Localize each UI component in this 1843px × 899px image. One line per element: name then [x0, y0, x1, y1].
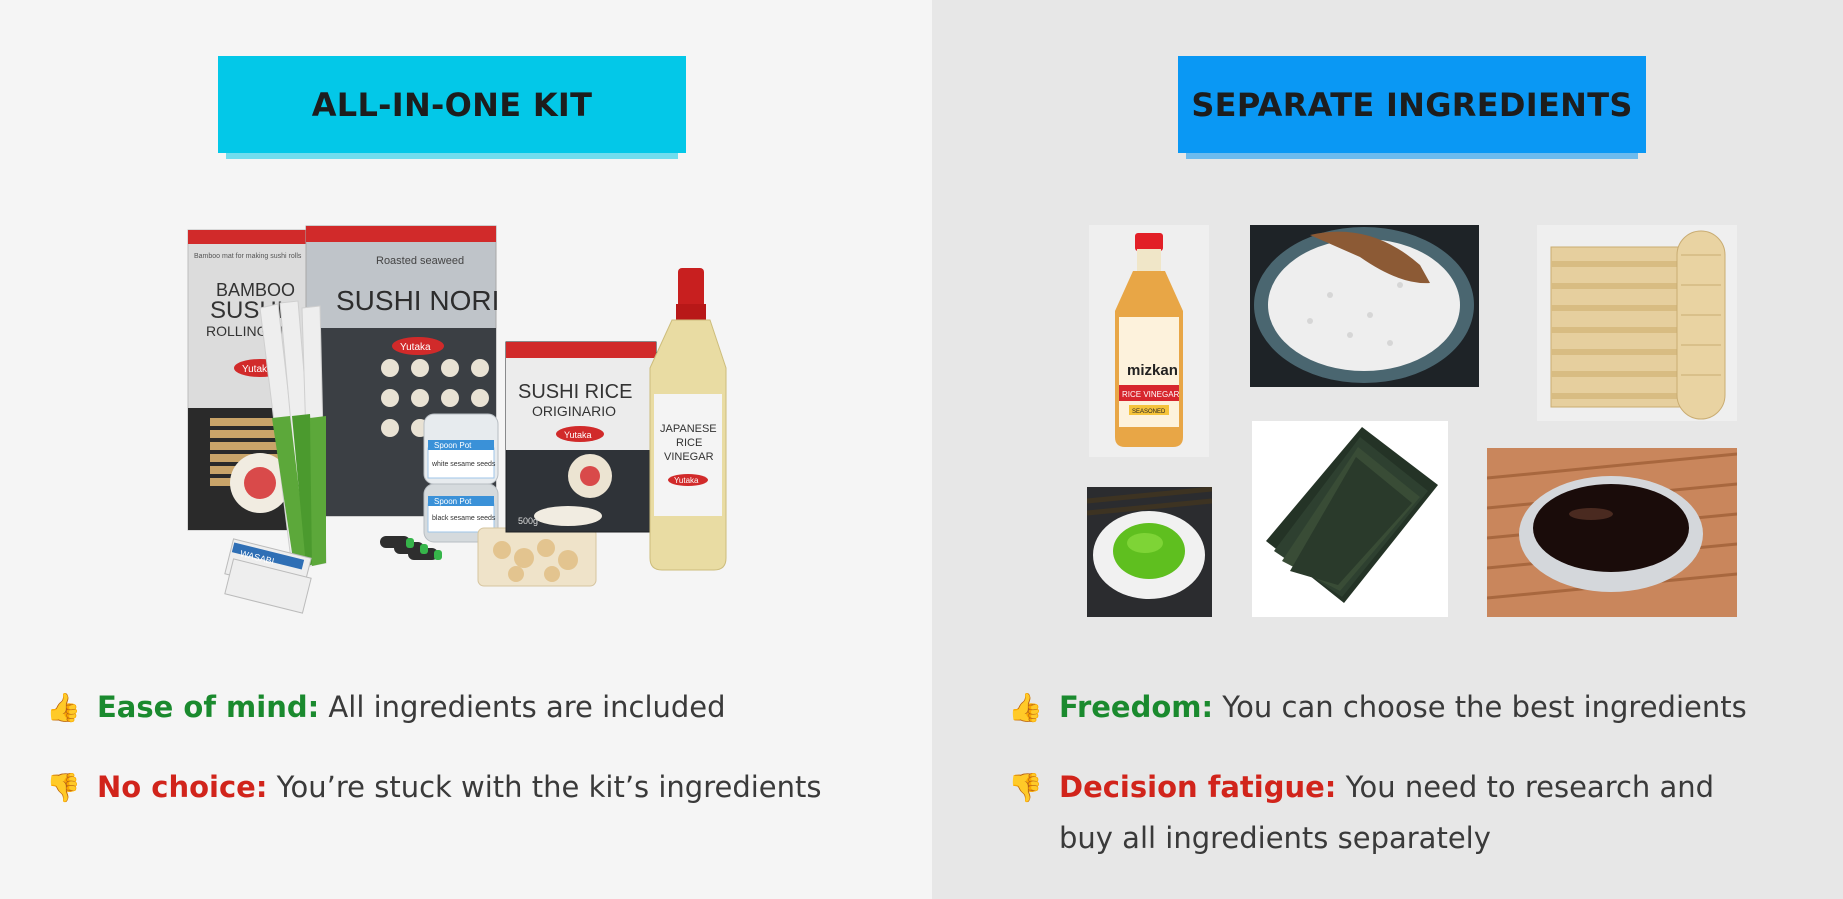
separate-ingredients-banner: SEPARATE INGREDIENTS [1178, 56, 1646, 159]
pro-label: Ease of mind: [97, 690, 320, 724]
vinegar-brand-logo: Yutaka [674, 476, 699, 485]
con-label: No choice: [97, 770, 268, 804]
vinegar-title-line3: VINEGAR [664, 451, 714, 463]
thumbs-down-icon: 👎 [46, 771, 81, 804]
all-in-one-kit-banner: ALL-IN-ONE KIT [218, 56, 686, 159]
thumbs-down-icon: 👎 [1008, 771, 1043, 804]
bamboo-mat-photo [1537, 225, 1737, 421]
sushi-kit-illustration: Bamboo mat for making sushi rolls BAMBOO… [187, 225, 727, 614]
con-point: 👎 Decision fatigue: You need to research… [1008, 762, 1768, 864]
thumbs-up-icon: 👍 [1008, 691, 1043, 724]
mizkan-product: RICE VINEGAR [1122, 390, 1180, 399]
pro-label: Freedom: [1059, 690, 1214, 724]
pro-point: 👍 Ease of mind: All ingredients are incl… [46, 682, 906, 733]
vinegar-title-line2: RICE [676, 437, 702, 449]
thumbs-up-icon: 👍 [46, 691, 81, 724]
mat-brand-text: Bamboo mat for making sushi rolls [194, 253, 302, 260]
rice-weight: 500g [518, 516, 538, 526]
sesame-pots: Spoon Pot white sesame seeds Spoon Pot b… [423, 413, 499, 543]
rice-title-line2: ORIGINARIO [532, 403, 616, 419]
nori-title: SUSHI NORI [336, 285, 499, 316]
nori-sheets-photo [1252, 421, 1448, 617]
mizkan-brand: mizkan [1127, 362, 1178, 379]
nori-top-text: Roasted seaweed [376, 255, 464, 267]
white-sesame-label: white sesame seeds [431, 461, 496, 468]
vinegar-title-line1: JAPANESE [660, 423, 717, 435]
wasabi-photo [1087, 487, 1212, 617]
ginger-pack [477, 527, 597, 587]
separate-ingredients-panel: SEPARATE INGREDIENTS mizkan RICE VINEGAR… [932, 0, 1843, 899]
black-sesame-brand: Spoon Pot [434, 497, 472, 506]
rice-bowl-photo [1250, 225, 1479, 387]
con-label: Decision fatigue: [1059, 770, 1337, 804]
nori-brand-logo: Yutaka [400, 342, 431, 353]
con-text: You’re stuck with the kit’s ingredients [267, 770, 822, 804]
black-sesame-label: black sesame seeds [432, 515, 496, 522]
rice-title-line1: SUSHI RICE [518, 381, 632, 403]
pro-point: 👍 Freedom: You can choose the best ingre… [1008, 682, 1838, 733]
sushi-rice-box: SUSHI RICE ORIGINARIO Yutaka 500g [505, 341, 657, 533]
soy-sauce-photo [1487, 448, 1737, 617]
mizkan-variant: SEASONED [1132, 409, 1166, 415]
rice-vinegar-bottle: JAPANESE RICE VINEGAR Yutaka [649, 268, 727, 571]
pro-text: You can choose the best ingredients [1213, 690, 1747, 724]
pro-text: All ingredients are included [319, 690, 726, 724]
con-point: 👎 No choice: You’re stuck with the kit’s… [46, 762, 916, 813]
white-sesame-brand: Spoon Pot [434, 441, 472, 450]
rice-brand-logo: Yutaka [564, 430, 592, 440]
rice-vinegar-photo: mizkan RICE VINEGAR SEASONED [1089, 225, 1209, 457]
all-in-one-kit-panel: ALL-IN-ONE KIT Bamboo mat for making sus… [0, 0, 932, 899]
